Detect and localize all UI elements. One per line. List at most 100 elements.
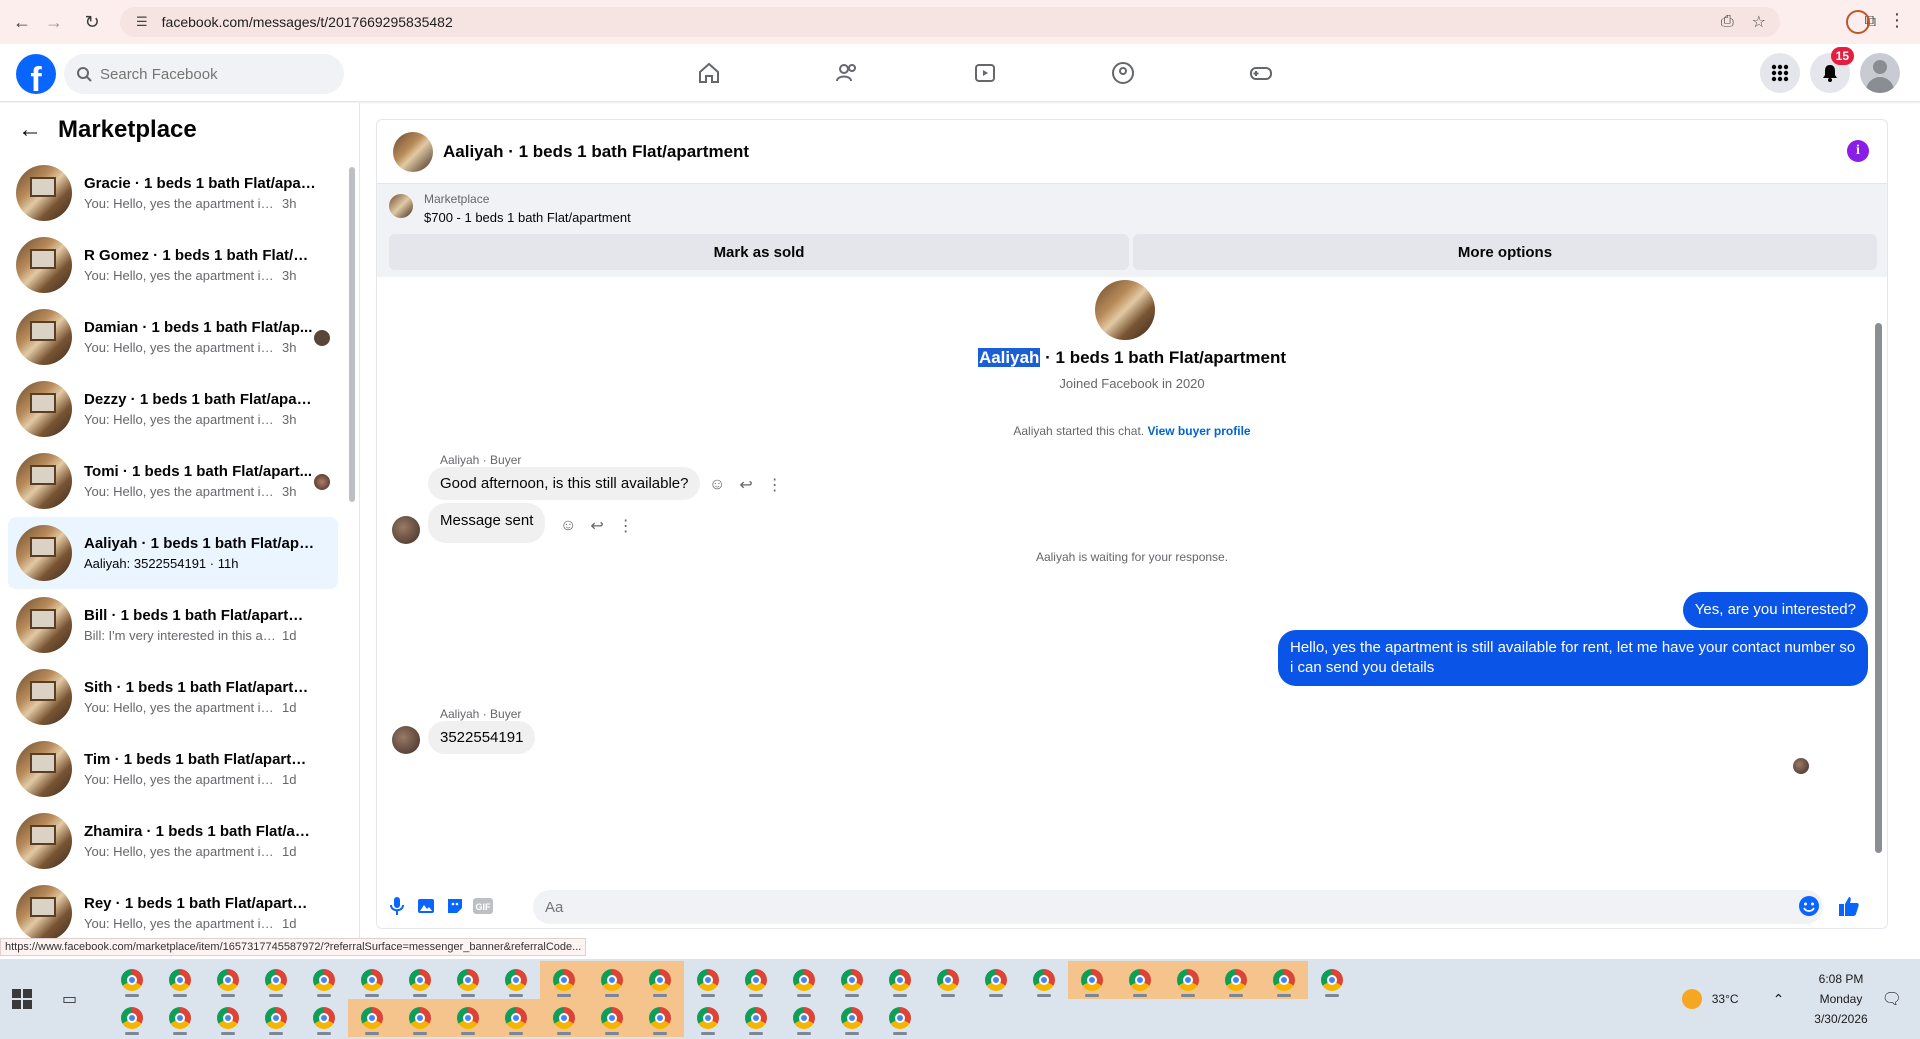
taskbar-browser-window[interactable] [156,999,204,1037]
taskbar-browser-window[interactable] [108,999,156,1037]
thumbs-up-icon[interactable] [1837,894,1861,918]
taskbar-browser-window[interactable] [348,961,396,999]
conversation-item[interactable]: Tim · 1 beds 1 bath Flat/apartment You: … [8,733,338,805]
chat-scrollbar[interactable] [1875,278,1883,883]
taskbar-browser-window[interactable] [252,961,300,999]
taskbar-browser-window[interactable] [1308,961,1356,999]
conversation-item[interactable]: Tomi · 1 beds 1 bath Flat/apart... You: … [8,445,338,517]
sender-avatar[interactable] [392,516,420,544]
message-input[interactable] [533,890,1823,924]
chat-avatar[interactable] [393,131,433,172]
address-bar[interactable]: ☰ facebook.com/messages/t/20176692958354… [120,7,1780,37]
taskbar-browser-window[interactable] [156,961,204,999]
more-options-button[interactable]: More options [1133,234,1877,270]
notifications-button[interactable]: 15 [1810,47,1854,93]
taskbar-browser-window[interactable] [636,999,684,1037]
taskbar-browser-window[interactable] [1068,961,1116,999]
task-view-icon[interactable]: ▭ [62,989,77,1009]
search-input[interactable] [100,65,320,83]
profile-icon[interactable] [1846,10,1870,34]
taskbar-browser-window[interactable] [588,999,636,1037]
start-windows-icon[interactable] [12,989,32,1009]
info-icon[interactable]: i [1847,140,1869,162]
taskbar-browser-window[interactable] [684,999,732,1037]
url-text[interactable]: facebook.com/messages/t/2017669295835482 [162,14,453,30]
more-icon[interactable]: ⋮ [618,516,634,536]
nav-home[interactable] [640,44,778,102]
taskbar-browser-window[interactable] [540,999,588,1037]
taskbar-browser-window[interactable] [972,961,1020,999]
mark-as-sold-button[interactable]: Mark as sold [389,234,1129,270]
taskbar-browser-window[interactable] [636,961,684,999]
taskbar-browser-window[interactable] [444,999,492,1037]
incoming-message[interactable]: Message sent [428,503,546,543]
scrollbar-thumb[interactable] [349,167,355,502]
taskbar-browser-window[interactable] [924,961,972,999]
site-info-icon[interactable]: ☰ [136,14,148,30]
back-icon[interactable]: ← [8,8,36,36]
taskbar-browser-window[interactable] [300,961,348,999]
taskbar-browser-window[interactable] [1212,961,1260,999]
conversation-item[interactable]: R Gomez · 1 beds 1 bath Flat/apa... You:… [8,229,338,301]
taskbar-browser-window[interactable] [1116,961,1164,999]
profile-avatar[interactable] [1095,280,1155,340]
taskbar-browser-window[interactable] [1164,961,1212,999]
taskbar-browser-window[interactable] [492,961,540,999]
taskbar-browser-window[interactable] [828,999,876,1037]
nav-friends[interactable] [778,44,916,102]
taskbar-browser-window[interactable] [540,961,588,999]
listing-title[interactable]: $700 - 1 beds 1 bath Flat/apartment [424,210,631,225]
nav-video[interactable] [916,44,1054,102]
facebook-logo-icon[interactable]: f [16,54,56,94]
bookmark-star-icon[interactable]: ☆ [1752,12,1766,32]
scrollbar-thumb[interactable] [1875,323,1882,853]
taskbar-browser-window[interactable] [732,999,780,1037]
react-icon[interactable]: ☺ [709,476,725,494]
photo-icon[interactable] [414,894,438,918]
taskbar-browser-window[interactable] [252,999,300,1037]
taskbar-browser-window[interactable] [204,999,252,1037]
chat-title[interactable]: Aaliyah · 1 beds 1 bath Flat/apartment [443,142,749,162]
taskbar-browser-window[interactable] [108,961,156,999]
taskbar-browser-window[interactable] [204,961,252,999]
conversation-item[interactable]: Gracie · 1 beds 1 bath Flat/apart... You… [8,157,338,229]
reload-icon[interactable]: ↻ [78,8,106,36]
taskbar-browser-window[interactable] [780,961,828,999]
outgoing-message[interactable]: Yes, are you interested? [1682,592,1868,628]
reply-icon[interactable]: ↩ [590,516,603,536]
conversation-item-active[interactable]: Aaliyah · 1 beds 1 bath Flat/apart... Aa… [8,517,338,589]
taskbar-browser-window[interactable] [780,999,828,1037]
taskbar-browser-window[interactable] [1020,961,1068,999]
emoji-icon[interactable] [1797,894,1821,918]
incoming-message[interactable]: 3522554191 [428,721,536,754]
taskbar-browser-window[interactable] [396,961,444,999]
conversation-scrollbar[interactable] [348,157,356,937]
tray-chevron-icon[interactable]: ⌃ [1773,991,1785,1008]
taskbar-browser-window[interactable] [684,961,732,999]
outgoing-message[interactable]: Hello, yes the apartment is still availa… [1278,630,1868,686]
clock[interactable]: 6:08 PM Monday 3/30/2026 [1814,969,1867,1029]
taskbar-browser-window[interactable] [588,961,636,999]
taskbar-browser-window[interactable] [876,999,924,1037]
microphone-icon[interactable] [385,894,409,918]
listing-thumbnail[interactable] [389,194,413,218]
taskbar-browser-window[interactable] [732,961,780,999]
taskbar-browser-window[interactable] [396,999,444,1037]
browser-menu-icon[interactable]: ⋮ [1888,10,1906,31]
taskbar-browser-window[interactable] [444,961,492,999]
sender-avatar[interactable] [392,726,420,754]
gif-icon[interactable]: GIF [471,894,495,918]
conversation-item[interactable]: Dezzy · 1 beds 1 bath Flat/apart... You:… [8,373,338,445]
taskbar-browser-window[interactable] [348,999,396,1037]
conversation-item[interactable]: Damian · 1 beds 1 bath Flat/ap... You: H… [8,301,338,373]
sticker-icon[interactable] [443,894,467,918]
account-avatar[interactable] [1860,53,1900,93]
weather-temp[interactable]: 33°C [1712,992,1739,1006]
incoming-message[interactable]: Good afternoon, is this still available? [428,467,701,500]
conversation-item[interactable]: Bill · 1 beds 1 bath Flat/apartment Bill… [8,589,338,661]
conversation-item[interactable]: Sith · 1 beds 1 bath Flat/apartment You:… [8,661,338,733]
search-box[interactable] [64,54,344,94]
taskbar-browser-window[interactable] [876,961,924,999]
conversation-item[interactable]: Zhamira · 1 beds 1 bath Flat/apa... You:… [8,805,338,877]
forward-icon[interactable]: → [40,8,68,36]
